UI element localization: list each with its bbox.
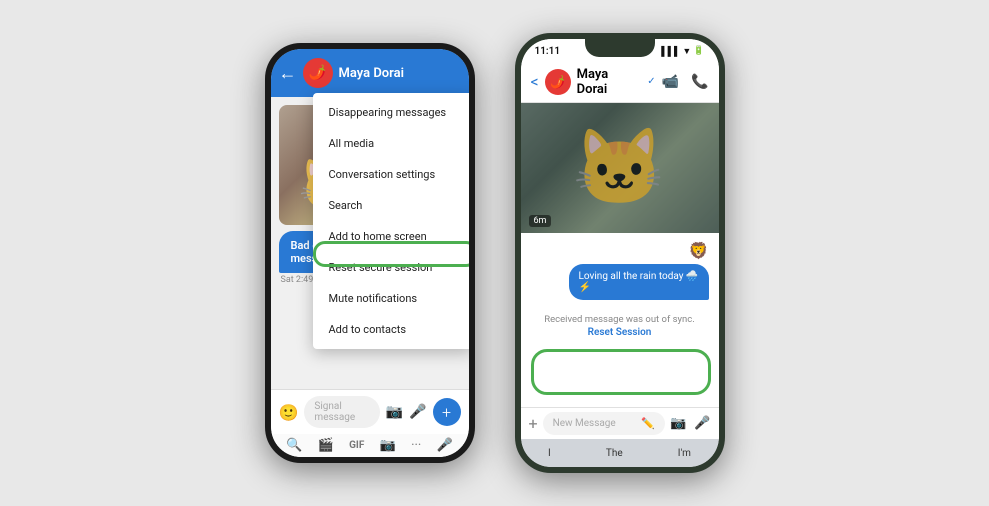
menu-item-add-contacts[interactable]: Add to contacts	[313, 314, 469, 345]
nav-search[interactable]: 🔍	[286, 438, 302, 453]
verified-badge: ✓	[647, 76, 655, 87]
android-header: ← 🌶️ Maya Dorai	[271, 49, 469, 97]
ios-header-actions: 📹 📞	[662, 74, 709, 90]
emoji-reaction: 🦁	[531, 241, 709, 260]
status-time: 11:11	[535, 46, 561, 57]
menu-item-conversation-settings[interactable]: Conversation settings	[313, 159, 469, 190]
reset-session-link[interactable]: Reset Session	[531, 327, 709, 338]
mic-button[interactable]: 🎤	[409, 404, 426, 420]
keyboard-word-1[interactable]: I	[548, 448, 551, 459]
ios-call-button[interactable]: 📞	[691, 74, 708, 90]
nav-camera[interactable]: 📷	[380, 438, 396, 453]
ios-phone: 11:11 ▌▌▌ ▼ 🔋 < 🌶️ Maya Dorai ✓ 📹 📞 🐱	[515, 33, 725, 473]
ios-input-row: + New Message ✏️ 📷 🎤	[521, 407, 719, 439]
ios-notch	[585, 39, 655, 57]
ios-chat-area: 🦁 Loving all the rain today 🌧️⚡ Received…	[521, 233, 719, 352]
ios-camera-icon[interactable]: 📷	[670, 416, 686, 431]
menu-item-mute[interactable]: Mute notifications	[313, 283, 469, 314]
camera-button[interactable]: 📷	[386, 404, 403, 420]
menu-item-reset-session[interactable]: Reset secure session	[313, 252, 469, 283]
android-bottom-bar: 🙂 Signal message 📷 🎤 + 🔍 🎬 GIF 📷 ··· 🎤	[271, 389, 469, 457]
nav-media[interactable]: 🎬	[318, 438, 334, 453]
image-timestamp: 6m	[529, 215, 552, 227]
status-icons: ▌▌▌ ▼ 🔋	[661, 46, 704, 57]
android-nav-bar: 🔍 🎬 GIF 📷 ··· 🎤	[271, 434, 469, 457]
ios-back-button[interactable]: <	[531, 72, 539, 91]
ios-keyboard-hint: I The I'm	[521, 439, 719, 467]
ios-message-input[interactable]: New Message ✏️	[543, 412, 666, 435]
avatar: 🌶️	[303, 58, 333, 88]
menu-item-search[interactable]: Search	[313, 190, 469, 221]
menu-item-disappearing[interactable]: Disappearing messages	[313, 97, 469, 128]
android-screen: ← 🌶️ Maya Dorai Disappearing messages Al…	[271, 49, 469, 457]
keyboard-word-2[interactable]: The	[606, 448, 623, 459]
message-input-row: 🙂 Signal message 📷 🎤 +	[271, 390, 469, 434]
ios-contact-name: Maya Dorai	[577, 67, 642, 97]
dropdown-menu: Disappearing messages All media Conversa…	[313, 93, 469, 349]
ios-bottom-icons: 📷 🎤	[670, 416, 710, 431]
ios-screen: 11:11 ▌▌▌ ▼ 🔋 < 🌶️ Maya Dorai ✓ 📹 📞 🐱	[521, 39, 719, 467]
ios-header: < 🌶️ Maya Dorai ✓ 📹 📞	[521, 61, 719, 103]
message-input[interactable]: Signal message	[304, 396, 379, 428]
back-button[interactable]: ←	[279, 63, 297, 84]
menu-item-all-media[interactable]: All media	[313, 128, 469, 159]
keyboard-word-3[interactable]: I'm	[678, 448, 691, 459]
sync-notice: Received message was out of sync.	[531, 314, 709, 325]
ios-plus-button[interactable]: +	[529, 414, 538, 433]
nav-gif[interactable]: GIF	[349, 440, 364, 451]
android-phone: ← 🌶️ Maya Dorai Disappearing messages Al…	[265, 43, 475, 463]
annotation-circle-ios	[531, 349, 711, 395]
ios-mic-icon[interactable]: 🎤	[694, 416, 710, 431]
emoji-button[interactable]: 🙂	[279, 403, 299, 422]
contact-name: Maya Dorai	[339, 66, 461, 81]
sent-bubble: Loving all the rain today 🌧️⚡	[569, 264, 709, 300]
nav-more[interactable]: ···	[411, 438, 421, 453]
menu-item-add-home[interactable]: Add to home screen	[313, 221, 469, 252]
send-fab[interactable]: +	[433, 398, 461, 426]
ios-avatar: 🌶️	[545, 69, 571, 95]
cat-image-ios: 🐱 6m	[521, 103, 719, 233]
ios-video-button[interactable]: 📹	[662, 74, 679, 90]
nav-mic[interactable]: 🎤	[437, 438, 453, 453]
